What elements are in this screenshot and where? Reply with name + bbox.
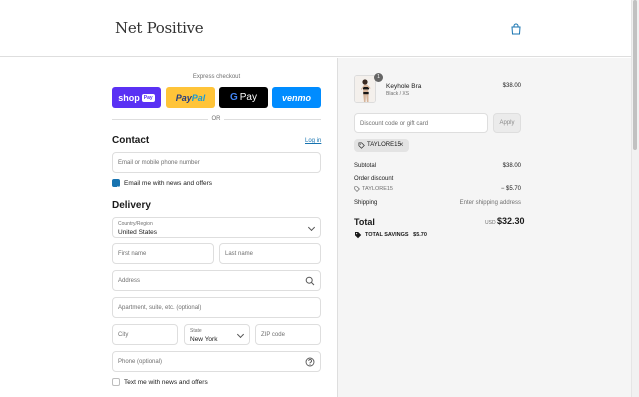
state-label: State bbox=[190, 328, 202, 334]
site-header: Net Positive bbox=[0, 0, 631, 57]
subtotal-label: Subtotal bbox=[354, 163, 377, 169]
address-field[interactable]: Address bbox=[112, 270, 321, 291]
product-variant: Black / XS bbox=[386, 91, 410, 97]
applied-discount-chip: TAYLORE15 × bbox=[354, 139, 409, 152]
subtotal-value: $38.00 bbox=[502, 163, 521, 169]
zip-placeholder: ZIP code bbox=[261, 332, 285, 338]
paypal-label-pal: Pal bbox=[191, 92, 206, 103]
shipping-value: Enter shipping address bbox=[459, 200, 521, 206]
store-logo[interactable]: Net Positive bbox=[115, 19, 204, 37]
savings-tag-icon bbox=[355, 232, 362, 239]
sms-checkbox[interactable] bbox=[112, 378, 120, 386]
phone-placeholder: Phone (optional) bbox=[118, 359, 163, 365]
product-name: Keyhole Bra bbox=[386, 83, 422, 90]
apartment-field[interactable]: Apartment, suite, etc. (optional) bbox=[112, 297, 321, 318]
total-label: Total bbox=[354, 217, 375, 227]
zip-field[interactable]: ZIP code bbox=[255, 324, 321, 345]
or-label: OR bbox=[208, 116, 224, 122]
contact-heading: Contact bbox=[112, 135, 150, 146]
state-select[interactable]: State New York bbox=[184, 324, 250, 345]
quantity-badge: 1 bbox=[374, 73, 383, 82]
chevron-down-icon bbox=[236, 330, 245, 339]
chevron-down-icon bbox=[307, 223, 316, 232]
savings-label: TOTAL SAVINGS bbox=[365, 232, 409, 238]
discount-placeholder: Discount code or gift card bbox=[360, 121, 429, 127]
product-image bbox=[355, 76, 375, 102]
first-name-placeholder: First name bbox=[118, 251, 147, 257]
apply-discount-button[interactable]: Apply bbox=[493, 113, 521, 133]
email-placeholder: Email or mobile phone number bbox=[118, 160, 200, 166]
total-currency: USD bbox=[485, 220, 496, 226]
help-circle-icon[interactable] bbox=[305, 357, 315, 367]
email-field[interactable]: Email or mobile phone number bbox=[112, 152, 321, 173]
search-icon bbox=[305, 276, 315, 286]
delivery-heading: Delivery bbox=[112, 200, 151, 211]
first-name-field[interactable]: First name bbox=[112, 243, 214, 264]
shop-pay-label: shop bbox=[118, 92, 140, 103]
venmo-label: venmo bbox=[281, 92, 311, 103]
product-thumbnail bbox=[354, 75, 376, 103]
last-name-field[interactable]: Last name bbox=[219, 243, 321, 264]
google-pay-label: Pay bbox=[239, 92, 257, 103]
total-amount: $32.30 bbox=[497, 216, 525, 226]
discount-code-label: TAYLORE15 bbox=[362, 186, 393, 192]
total-savings: TOTAL SAVINGS $5.70 bbox=[365, 232, 427, 238]
newsletter-checkbox[interactable] bbox=[112, 179, 120, 191]
savings-amount: $5.70 bbox=[413, 232, 427, 238]
express-checkout-title: Express checkout bbox=[192, 74, 241, 80]
shopping-bag-icon[interactable] bbox=[510, 23, 522, 35]
shop-pay-badge: Pay bbox=[141, 93, 155, 102]
state-value: New York bbox=[190, 336, 218, 343]
login-link[interactable]: Log in bbox=[305, 138, 321, 144]
order-discount-label: Order discount bbox=[354, 176, 394, 182]
newsletter-label: Email me with news and offers bbox=[124, 180, 213, 187]
phone-field[interactable]: Phone (optional) bbox=[112, 351, 321, 372]
google-pay-button[interactable]: G Pay bbox=[219, 87, 268, 108]
order-summary: 1 Keyhole Bra Black / XS $38.00 Discount… bbox=[337, 58, 631, 397]
shipping-label: Shipping bbox=[354, 200, 378, 206]
country-select[interactable]: Country/Region United States bbox=[112, 217, 321, 238]
checkmark-icon bbox=[113, 186, 119, 191]
remove-discount-icon[interactable]: × bbox=[399, 140, 404, 149]
product-price: $38.00 bbox=[502, 83, 521, 89]
applied-code-label: TAYLORE15 bbox=[367, 142, 401, 148]
discount-amount: − $5.70 bbox=[500, 186, 521, 192]
checkout-form: Express checkout shop Pay Pay Pal G Pay v… bbox=[0, 58, 337, 397]
discount-code-input[interactable]: Discount code or gift card bbox=[354, 113, 488, 133]
paypal-button[interactable]: Pay Pal bbox=[166, 87, 215, 108]
shop-pay-button[interactable]: shop Pay bbox=[112, 87, 161, 108]
city-field[interactable]: City bbox=[112, 324, 178, 345]
country-label: Country/Region bbox=[118, 221, 153, 227]
tag-icon bbox=[358, 142, 365, 149]
city-placeholder: City bbox=[118, 332, 129, 338]
apartment-placeholder: Apartment, suite, etc. (optional) bbox=[118, 305, 202, 311]
google-g-icon: G bbox=[229, 92, 238, 103]
scrollbar-thumb[interactable] bbox=[633, 0, 637, 150]
paypal-label-pay: Pay bbox=[175, 92, 192, 103]
address-placeholder: Address bbox=[118, 278, 141, 284]
tag-icon bbox=[354, 186, 360, 192]
sms-label: Text me with news and offers bbox=[124, 379, 208, 386]
venmo-button[interactable]: venmo bbox=[272, 87, 321, 108]
last-name-placeholder: Last name bbox=[225, 251, 254, 257]
country-value: United States bbox=[118, 229, 158, 236]
